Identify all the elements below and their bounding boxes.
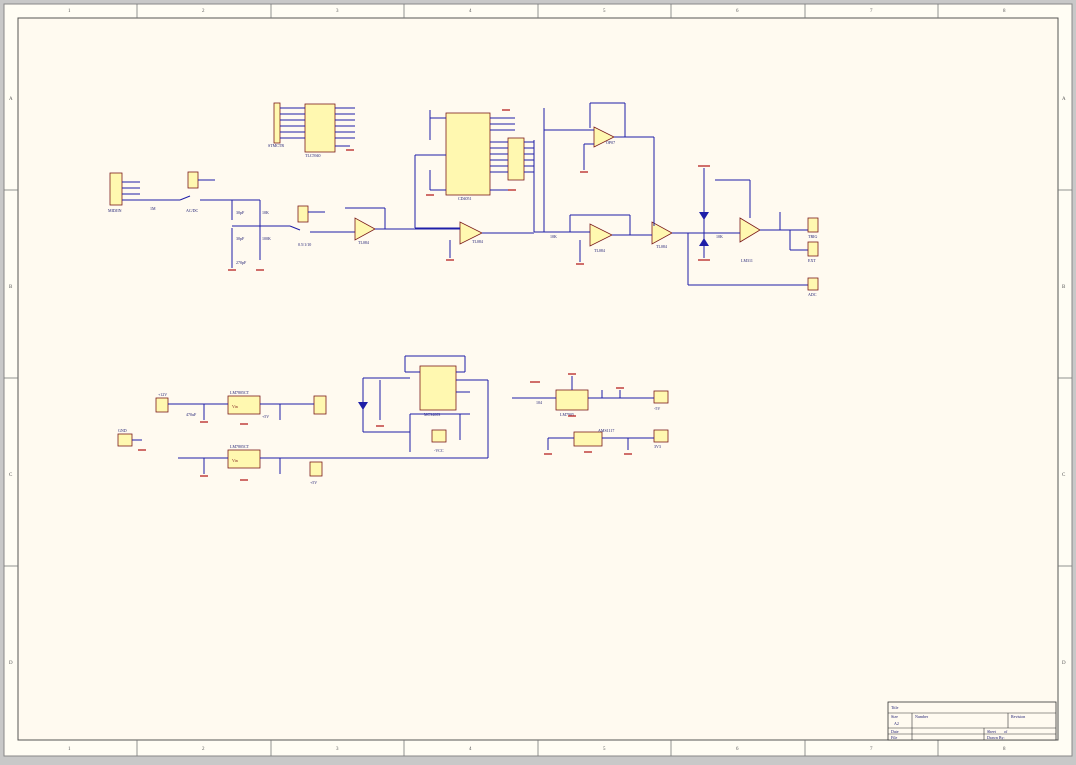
relay-2-label: 0.5/1/10 <box>298 242 311 247</box>
regulator-2-label: LM7805CT <box>230 444 250 449</box>
gnd-connector <box>117 433 133 447</box>
gnd-connector-label: GND <box>118 428 127 433</box>
ext-label: EXT <box>808 258 816 263</box>
cd4051-label: CD4051 <box>458 196 472 201</box>
size-value: A2 <box>894 721 899 726</box>
regulator-2-vin: Vin <box>232 458 238 463</box>
3v3-label: 3V3 <box>654 444 661 449</box>
relay-1-label: AC/DC <box>186 208 199 213</box>
vout-1-label: +5V <box>262 414 269 419</box>
opamp-4-label: TL084 <box>656 244 667 249</box>
schematic-canvas: 1 2 3 4 5 6 7 8 1 2 3 4 5 6 7 8 A B C D … <box>3 3 1073 757</box>
adc-connector <box>807 277 819 291</box>
date-label: Date <box>891 729 899 734</box>
c4-label: 470uF <box>186 412 197 417</box>
size-label: Size <box>891 714 898 719</box>
sheet-label: Sheet <box>987 729 997 734</box>
c5-label: 104 <box>536 400 542 405</box>
trig-label: TRIG <box>808 234 817 239</box>
revision-label: Revision <box>1011 714 1025 719</box>
adc-label: ADC <box>808 292 817 297</box>
relay-1 <box>187 171 199 189</box>
regulator-4 <box>573 431 603 447</box>
zone-side-a-right: A <box>1062 97 1066 102</box>
tlc-label: TLC5940 <box>305 153 321 158</box>
input-header <box>109 172 123 206</box>
c3-label: 270pF <box>236 260 247 265</box>
power-out-1 <box>313 395 327 415</box>
regulator-1-vin: Vin <box>232 404 238 409</box>
opamp-1-label: TL084 <box>358 240 369 245</box>
r5-label: 10K <box>716 234 723 239</box>
regulator-3 <box>555 389 589 411</box>
power-in-1 <box>155 397 169 413</box>
zone-side-d-right: D <box>1062 661 1066 666</box>
trig-connector <box>807 217 819 233</box>
power-in-1-label: +12V <box>158 392 167 397</box>
c2-label: 30pF <box>236 236 245 241</box>
title-block: Title Size A2 Number Revision Date File … <box>887 701 1057 741</box>
title-label: Title <box>891 705 899 710</box>
opamp-3-label: TL084 <box>594 248 605 253</box>
schematic-sheet: 1 2 3 4 5 6 7 8 1 2 3 4 5 6 7 8 A B C D … <box>0 0 1076 760</box>
stepper-header <box>273 102 281 144</box>
power-out-2 <box>309 461 323 477</box>
vout-2-label: +5V <box>310 480 317 485</box>
comparator-label: LM311 <box>741 258 753 263</box>
r3-label: 100K <box>262 236 271 241</box>
c1-label: 30pF <box>236 210 245 215</box>
mux-resistor-array <box>507 137 525 181</box>
number-label: Number <box>915 714 929 719</box>
r2-label: 10K <box>262 210 269 215</box>
tlc-driver-ic <box>304 103 336 153</box>
input-header-label: MIDJIN <box>108 208 122 213</box>
regulator-4-label: AMS1117 <box>598 428 614 433</box>
drawn-by-label: Drawn By: <box>987 735 1005 740</box>
neg-out-connector <box>431 429 447 443</box>
cd4051-ic <box>445 112 491 196</box>
3v3-connector <box>653 429 669 443</box>
relay-2 <box>297 205 309 223</box>
opamp-2-label: TL084 <box>472 239 483 244</box>
r4-label: 10K <box>550 234 557 239</box>
neg5-connector <box>653 390 669 404</box>
zone-side-d: D <box>9 661 13 666</box>
mc34063-ic <box>419 365 457 411</box>
file-label: File <box>891 735 897 740</box>
regulator-1-label: LM7805CT <box>230 390 250 395</box>
ext-connector <box>807 241 819 257</box>
neg5-label: -5V <box>654 406 660 411</box>
zone-side-a: A <box>9 97 13 102</box>
neg-out-label: -VCC <box>434 448 444 453</box>
r1-label: 1M <box>150 206 156 211</box>
stepper-label: STMCTR <box>268 143 284 148</box>
opamp-op07-label: OP07 <box>606 140 615 145</box>
